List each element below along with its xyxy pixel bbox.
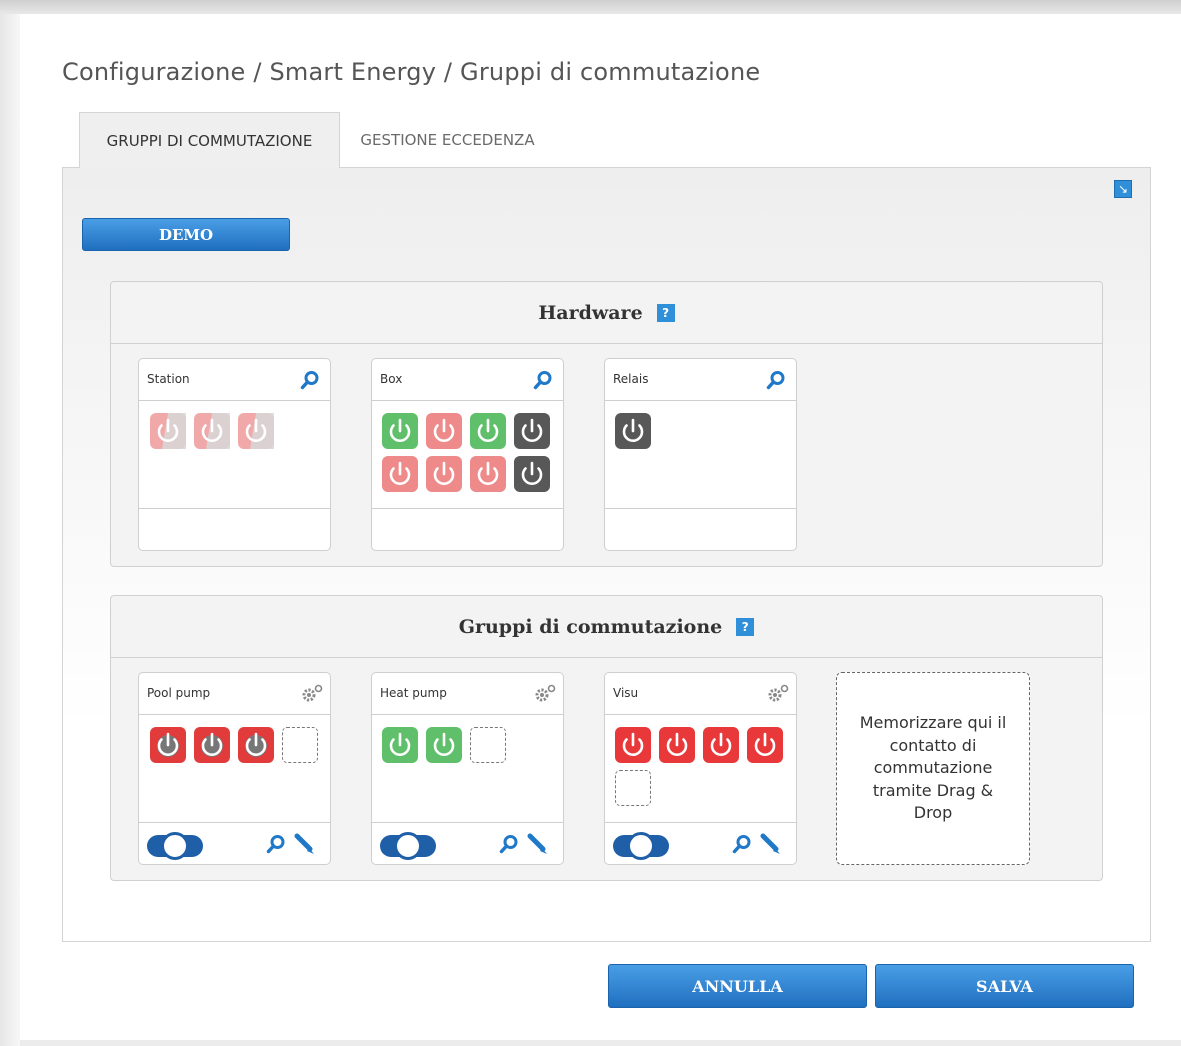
gear-icon[interactable] <box>766 684 789 704</box>
collapse-icon[interactable]: ↘ <box>1114 180 1132 198</box>
hardware-title: Hardware <box>538 301 643 324</box>
card-title: Relais <box>613 372 649 386</box>
card-header: Relais <box>605 359 796 401</box>
edit-icon[interactable] <box>293 833 315 855</box>
drop-zone[interactable]: Memorizzare qui il contatto di commutazi… <box>836 672 1030 865</box>
power-contact-icon[interactable] <box>514 456 550 492</box>
gear-icon[interactable] <box>300 684 323 704</box>
power-contact-icon[interactable] <box>194 727 230 763</box>
search-icon[interactable] <box>732 834 752 854</box>
breadcrumb: Configurazione / Smart Energy / Gruppi d… <box>62 58 761 86</box>
card-footer <box>139 508 330 551</box>
card-footer <box>372 508 563 551</box>
power-contact-icon[interactable] <box>382 456 418 492</box>
power-contact-icon[interactable] <box>470 456 506 492</box>
card-header: Heat pump <box>372 673 563 715</box>
groups-title: Gruppi di commutazione <box>458 615 723 638</box>
search-icon[interactable] <box>499 834 519 854</box>
card-title: Pool pump <box>147 686 211 700</box>
left-border <box>0 14 20 1046</box>
help-icon[interactable]: ? <box>656 303 675 322</box>
power-contact-icon[interactable] <box>150 413 186 449</box>
power-contact-icon[interactable] <box>150 727 186 763</box>
search-icon[interactable] <box>533 370 553 390</box>
save-button[interactable]: SALVA <box>875 964 1134 1008</box>
edit-icon[interactable] <box>759 833 781 855</box>
power-contact-icon[interactable] <box>470 413 506 449</box>
tab-gestione-eccedenza[interactable]: GESTIONE ECCEDENZA <box>340 112 555 168</box>
card-header: Visu <box>605 673 796 715</box>
search-icon[interactable] <box>300 370 320 390</box>
power-contact-icon[interactable] <box>238 727 274 763</box>
power-contact-icon[interactable] <box>382 413 418 449</box>
hardware-card-box[interactable]: Box <box>371 358 564 551</box>
empty-slot[interactable] <box>470 727 506 763</box>
card-header: Station <box>139 359 330 401</box>
hardware-card-station[interactable]: Station <box>138 358 331 551</box>
card-header: Box <box>372 359 563 401</box>
hardware-header: Hardware ? <box>111 282 1102 344</box>
edit-icon[interactable] <box>526 833 548 855</box>
empty-slot[interactable] <box>282 727 318 763</box>
power-contact-icon[interactable] <box>238 413 274 449</box>
group-card-pool-pump[interactable]: Pool pump <box>138 672 331 865</box>
card-footer <box>372 822 563 865</box>
group-card-heat-pump[interactable]: Heat pump <box>371 672 564 865</box>
help-icon[interactable]: ? <box>736 617 755 636</box>
groups-header: Gruppi di commutazione ? <box>111 596 1102 658</box>
toggle-knob <box>394 832 422 860</box>
power-contact-icon[interactable] <box>426 456 462 492</box>
card-footer <box>605 822 796 865</box>
group-toggle[interactable] <box>613 832 669 860</box>
drop-zone-text: Memorizzare qui il contatto di commutazi… <box>859 713 1007 823</box>
search-icon[interactable] <box>766 370 786 390</box>
gear-icon[interactable] <box>533 684 556 704</box>
card-title: Station <box>147 372 190 386</box>
bottom-border <box>20 1040 1181 1046</box>
power-contact-icon[interactable] <box>615 727 651 763</box>
top-border <box>0 0 1181 14</box>
power-contact-icon[interactable] <box>747 727 783 763</box>
cancel-button[interactable]: ANNULLA <box>608 964 867 1008</box>
card-title: Box <box>380 372 403 386</box>
power-contact-icon[interactable] <box>194 413 230 449</box>
card-header: Pool pump <box>139 673 330 715</box>
power-contact-icon[interactable] <box>703 727 739 763</box>
power-contact-icon[interactable] <box>426 413 462 449</box>
card-footer <box>605 508 796 551</box>
power-contact-icon[interactable] <box>382 727 418 763</box>
toggle-knob <box>627 832 655 860</box>
tab-gruppi-di-commutazione[interactable]: GRUPPI DI COMMUTAZIONE <box>79 112 340 168</box>
group-toggle[interactable] <box>147 832 203 860</box>
card-title: Visu <box>613 686 639 700</box>
demo-button[interactable]: DEMO <box>82 218 290 251</box>
toggle-knob <box>161 832 189 860</box>
search-icon[interactable] <box>266 834 286 854</box>
group-toggle[interactable] <box>380 832 436 860</box>
power-contact-icon[interactable] <box>514 413 550 449</box>
card-footer <box>139 822 330 865</box>
card-title: Heat pump <box>380 686 447 700</box>
hardware-card-relais[interactable]: Relais <box>604 358 797 551</box>
empty-slot[interactable] <box>615 770 651 806</box>
group-card-visu[interactable]: Visu <box>604 672 797 865</box>
power-contact-icon[interactable] <box>426 727 462 763</box>
power-contact-icon[interactable] <box>659 727 695 763</box>
power-contact-icon[interactable] <box>615 413 651 449</box>
